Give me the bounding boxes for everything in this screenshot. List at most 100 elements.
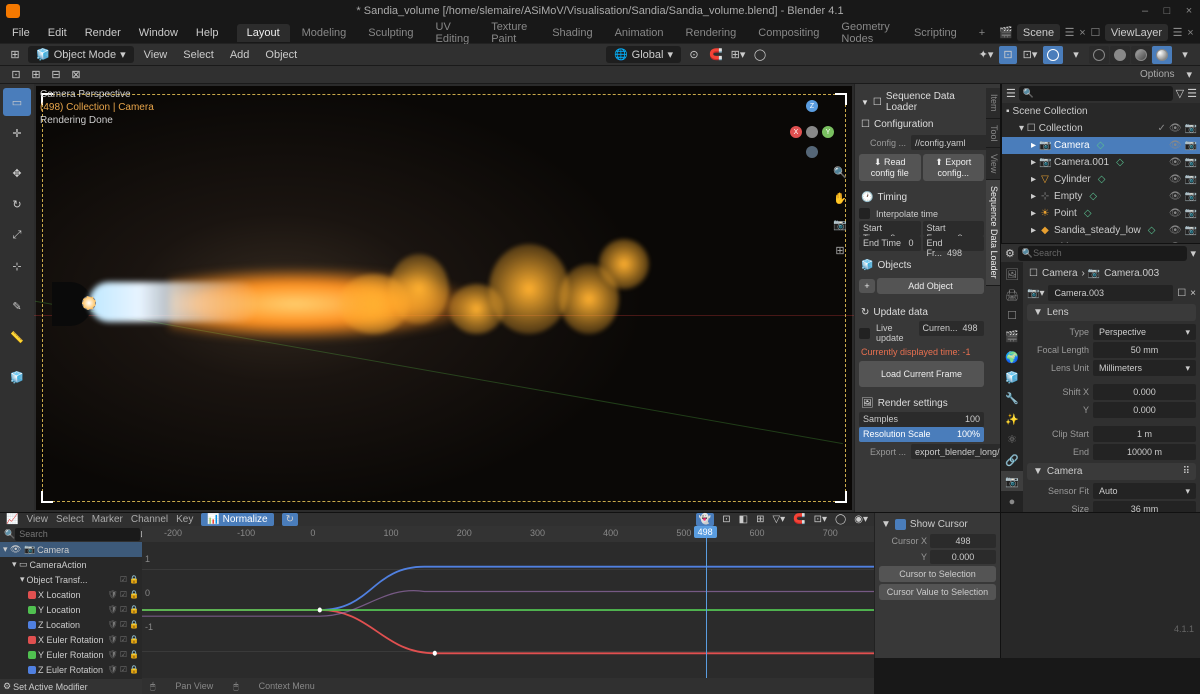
- cursor-x-field[interactable]: 498: [930, 534, 996, 548]
- cursor-y-field[interactable]: 0.000: [930, 550, 996, 564]
- graph-menu-view[interactable]: View: [26, 514, 48, 525]
- tab-add[interactable]: +: [969, 24, 995, 42]
- lens-unit-select[interactable]: Millimeters▾: [1093, 360, 1196, 376]
- gizmo-x[interactable]: X: [790, 126, 802, 138]
- graph-i4-icon[interactable]: ▽▾: [772, 514, 785, 525]
- eye-icon[interactable]: 👁: [1169, 191, 1182, 202]
- overlay-toggle-icon[interactable]: ⊡: [999, 46, 1017, 64]
- normalize-button[interactable]: 📊 Normalize: [201, 513, 273, 526]
- channel-search[interactable]: [15, 528, 140, 541]
- ptab-modifier[interactable]: 🔧: [1001, 388, 1023, 409]
- outliner-new-icon[interactable]: ☰: [1187, 87, 1197, 100]
- datablock-name[interactable]: Camera.003: [1048, 285, 1173, 301]
- scale-tool[interactable]: ⤢: [3, 221, 31, 249]
- menu-object3d[interactable]: Object: [259, 47, 303, 63]
- end-frame-field[interactable]: End Fr... 498: [923, 236, 985, 251]
- sensor-fit-select[interactable]: Auto▾: [1093, 483, 1196, 499]
- graph-i3-icon[interactable]: ⊞: [756, 514, 764, 525]
- menu-edit[interactable]: Edit: [40, 25, 75, 41]
- tab-animation[interactable]: Animation: [605, 24, 674, 42]
- config-header[interactable]: ☐ Configuration: [859, 116, 984, 133]
- menu-file[interactable]: File: [4, 25, 38, 41]
- channel-transform[interactable]: ▾ Object Transf...☑🔒: [0, 572, 142, 587]
- sdl-header[interactable]: ▼☐ Sequence Data Loader: [859, 88, 984, 116]
- tree-root[interactable]: ▪Scene Collection: [1002, 103, 1200, 120]
- datablock-fake[interactable]: ×: [1190, 288, 1196, 299]
- export-config-button[interactable]: ⬆ Export config...: [923, 154, 985, 181]
- maximize-icon[interactable]: □: [1160, 4, 1174, 18]
- normalize-opt-icon[interactable]: ↻: [282, 513, 298, 526]
- ptab-viewlayer[interactable]: ☐: [1001, 305, 1023, 326]
- addcube-tool[interactable]: 🧊: [3, 363, 31, 391]
- scene-new-icon[interactable]: ☰: [1064, 24, 1075, 41]
- transform-tool[interactable]: ⊹: [3, 252, 31, 280]
- menu-add3d[interactable]: Add: [224, 47, 256, 63]
- viewlayer-field[interactable]: ViewLayer: [1105, 24, 1168, 41]
- options-button[interactable]: Options: [1140, 69, 1174, 80]
- cursor-tool[interactable]: ✛: [3, 119, 31, 147]
- tab-compositing[interactable]: Compositing: [748, 24, 829, 42]
- graph-editor-icon[interactable]: 📈: [6, 514, 18, 525]
- solid-icon[interactable]: [1110, 46, 1130, 64]
- show-cursor-checkbox[interactable]: [895, 519, 906, 530]
- curve-area[interactable]: -200-1000100200300400500600700800 1 0 -1…: [142, 526, 874, 694]
- tab-uvediting[interactable]: UV Editing: [426, 18, 480, 48]
- ptab-world[interactable]: 🌍: [1001, 347, 1023, 368]
- tree-item-sandia-steady-low[interactable]: ▸ ◆ Sandia_steady_low ◇👁📷: [1002, 222, 1200, 239]
- channel-x-location[interactable]: X Location🛡☑🔒: [0, 587, 142, 602]
- viewlayer-icon[interactable]: ☐: [1090, 24, 1101, 41]
- graph-menu-channel[interactable]: Channel: [131, 514, 168, 525]
- camera-section[interactable]: ▼ Camera⠿: [1027, 463, 1196, 480]
- graph-menu-marker[interactable]: Marker: [92, 514, 123, 525]
- graph-prop-icon[interactable]: ◯: [835, 514, 846, 525]
- timeline-ruler[interactable]: -200-1000100200300400500600700800: [142, 526, 874, 542]
- tree-item-empty[interactable]: ▸ ⊹ Empty ◇👁📷: [1002, 188, 1200, 205]
- pan-icon[interactable]: ✋: [830, 188, 850, 208]
- 3d-viewport[interactable]: Camera Perspective (498) Collection | Ca…: [34, 84, 854, 512]
- outliner-search[interactable]: 🔍: [1019, 86, 1173, 101]
- overlay-opts-icon[interactable]: ⊡▾: [1021, 46, 1039, 64]
- current-frame-field[interactable]: Curren... 498: [919, 321, 985, 336]
- shift-x-field[interactable]: 0.000: [1093, 384, 1196, 400]
- orientation-select[interactable]: 🌐 Global ▾: [606, 46, 681, 63]
- ptab-render[interactable]: 🖼: [1001, 264, 1023, 285]
- menu-select3d[interactable]: Select: [177, 47, 220, 63]
- eye-icon[interactable]: 👁: [1169, 208, 1182, 219]
- tab-rendering[interactable]: Rendering: [676, 24, 747, 42]
- channel-z-euler-rotation[interactable]: Z Euler Rotation🛡☑🔒: [0, 662, 142, 677]
- graph-prop2-icon[interactable]: ◉▾: [854, 514, 868, 525]
- scene-icon[interactable]: 🎬: [999, 24, 1013, 41]
- load-frame-button[interactable]: Load Current Frame: [859, 361, 984, 387]
- graph-ghost-icon[interactable]: 👻: [696, 513, 714, 526]
- datablock-users[interactable]: ☐: [1177, 288, 1186, 299]
- graph-i1-icon[interactable]: ⊡: [722, 514, 730, 525]
- tab-modeling[interactable]: Modeling: [292, 24, 357, 42]
- sensor-size-field[interactable]: 36 mm: [1093, 501, 1196, 512]
- live-update-checkbox[interactable]: [859, 328, 870, 339]
- proportional-icon[interactable]: ◯: [751, 46, 769, 64]
- interpolate-checkbox[interactable]: [859, 208, 870, 219]
- xray-opts-icon[interactable]: ▾: [1067, 46, 1085, 64]
- ptab-constraint[interactable]: 🔗: [1001, 450, 1023, 471]
- active-modifier[interactable]: ⚙ Set Active Modifier: [0, 679, 142, 694]
- eye-icon[interactable]: 👁: [1169, 157, 1182, 168]
- channel-camera[interactable]: ▾ 👁 📷 Camera: [0, 542, 142, 557]
- render-icon[interactable]: 📷: [1185, 140, 1197, 151]
- eye-icon[interactable]: 👁: [1169, 140, 1182, 151]
- mode-select[interactable]: 🧊 Object Mode ▾: [28, 46, 134, 63]
- menu-help[interactable]: Help: [188, 25, 227, 41]
- annotate-tool[interactable]: ✎: [3, 292, 31, 320]
- start-time-field[interactable]: Start Time 0: [859, 221, 921, 236]
- focal-length-field[interactable]: 50 mm: [1093, 342, 1196, 358]
- render-icon[interactable]: 📷: [1185, 174, 1197, 185]
- scene-field[interactable]: Scene: [1017, 24, 1060, 41]
- graph-menu-select[interactable]: Select: [56, 514, 84, 525]
- start-frame-field[interactable]: Start Frame 0: [923, 221, 985, 236]
- tree-collection[interactable]: ▾ ☐ Collection✓👁📷: [1002, 120, 1200, 137]
- npanel-tab-item[interactable]: Item: [986, 88, 1000, 119]
- snap-type-icon[interactable]: ⊞▾: [729, 46, 747, 64]
- npanel-tab-view[interactable]: View: [986, 148, 1000, 180]
- ptab-particles[interactable]: ✨: [1001, 409, 1023, 430]
- graph-i2-icon[interactable]: ◧: [739, 514, 748, 525]
- ts-icon-2[interactable]: ⊞: [28, 68, 44, 82]
